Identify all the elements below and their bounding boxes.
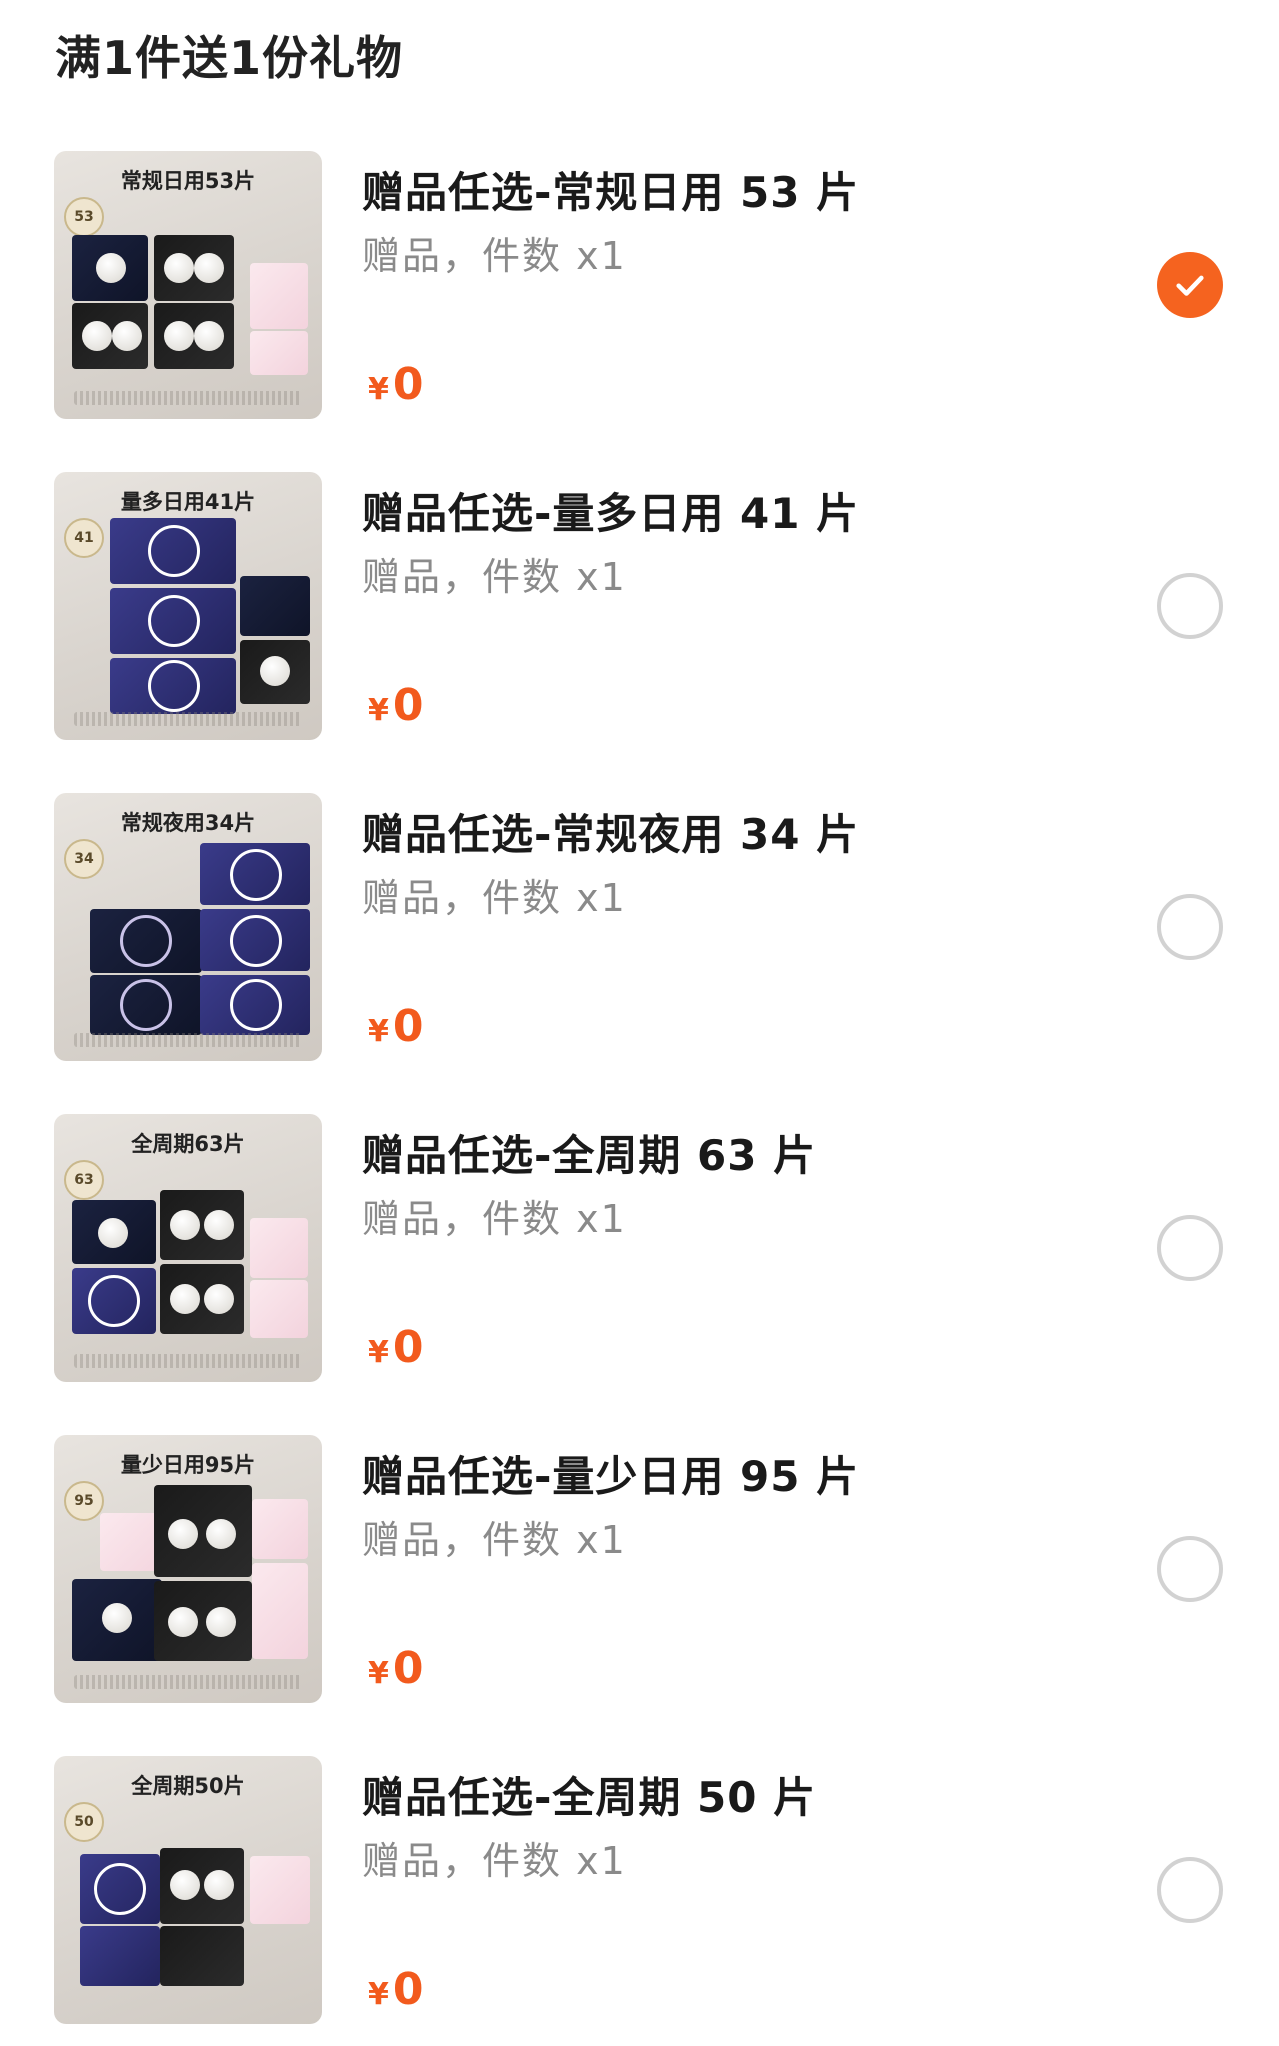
gift-option-3[interactable]: 全周期63片 63 赠品任选-全周期 63 片 赠品，件数 x1 ¥0 bbox=[0, 1114, 1279, 1404]
pack-image bbox=[240, 576, 310, 636]
product-image-tag: 量多日用41片 bbox=[120, 490, 256, 514]
price-value: 0 bbox=[392, 1643, 424, 1694]
product-caption bbox=[74, 1033, 302, 1047]
item-title: 赠品任选-量少日用 95 片 bbox=[362, 1452, 860, 1501]
product-image[interactable]: 量多日用41片 41 bbox=[54, 472, 322, 740]
gift-option-0[interactable]: 常规日用53片 53 赠品任选-常规日用 53 片 赠品，件数 x1 ¥0 bbox=[0, 151, 1279, 441]
product-image[interactable]: 全周期63片 63 bbox=[54, 1114, 322, 1382]
item-subtitle: 赠品，件数 x1 bbox=[362, 876, 627, 920]
count-badge: 95 bbox=[64, 1481, 104, 1521]
product-image[interactable]: 常规日用53片 53 bbox=[54, 151, 322, 419]
item-subtitle: 赠品，件数 x1 bbox=[362, 1518, 627, 1562]
pack-image bbox=[80, 1854, 160, 1924]
count-badge: 34 bbox=[64, 839, 104, 879]
product-image-tag: 常规夜用34片 bbox=[120, 811, 256, 835]
pack-image bbox=[200, 975, 310, 1035]
pack-image bbox=[154, 235, 234, 301]
product-image[interactable]: 量少日用95片 95 bbox=[54, 1435, 322, 1703]
count-badge: 50 bbox=[64, 1802, 104, 1842]
pack-image bbox=[72, 303, 148, 369]
page-title: 满1件送1份礼物 bbox=[55, 31, 404, 85]
currency-symbol: ¥ bbox=[368, 1014, 389, 1049]
price-value: 0 bbox=[392, 1001, 424, 1052]
product-image[interactable]: 常规夜用34片 34 bbox=[54, 793, 322, 1061]
pack-image bbox=[200, 909, 310, 971]
product-image-tag: 全周期63片 bbox=[131, 1132, 245, 1156]
pack-image bbox=[72, 1579, 162, 1661]
pack-image bbox=[250, 1856, 310, 1924]
gift-option-5[interactable]: 全周期50片 50 赠品任选-全周期 50 片 赠品，件数 x1 ¥0 bbox=[0, 1756, 1279, 2046]
currency-symbol: ¥ bbox=[368, 1977, 389, 2012]
select-radio[interactable] bbox=[1157, 573, 1223, 639]
pack-image bbox=[160, 1190, 244, 1260]
item-price: ¥0 bbox=[368, 1322, 424, 1373]
count-badge: 63 bbox=[64, 1160, 104, 1200]
price-value: 0 bbox=[392, 1322, 424, 1373]
pack-image bbox=[252, 1499, 308, 1559]
currency-symbol: ¥ bbox=[368, 372, 389, 407]
item-subtitle: 赠品，件数 x1 bbox=[362, 555, 627, 599]
item-subtitle: 赠品，件数 x1 bbox=[362, 1839, 627, 1883]
product-image-tag: 常规日用53片 bbox=[120, 169, 256, 193]
select-radio[interactable] bbox=[1157, 252, 1223, 318]
item-price: ¥0 bbox=[368, 1964, 424, 2015]
gift-option-1[interactable]: 量多日用41片 41 赠品任选-量多日用 41 片 赠品，件数 x1 ¥0 bbox=[0, 472, 1279, 762]
currency-symbol: ¥ bbox=[368, 1335, 389, 1370]
pack-image bbox=[90, 909, 202, 973]
price-value: 0 bbox=[392, 680, 424, 731]
select-radio[interactable] bbox=[1157, 1215, 1223, 1281]
item-title: 赠品任选-全周期 50 片 bbox=[362, 1773, 817, 1822]
product-image-tag: 全周期50片 bbox=[131, 1774, 245, 1798]
product-caption bbox=[74, 712, 302, 726]
pack-image bbox=[72, 235, 148, 301]
pack-image bbox=[110, 518, 236, 584]
pack-image bbox=[80, 1926, 160, 1986]
product-caption bbox=[74, 1354, 302, 1368]
pack-image bbox=[110, 658, 236, 714]
product-caption bbox=[74, 391, 302, 405]
pack-image bbox=[110, 588, 236, 654]
item-price: ¥0 bbox=[368, 1643, 424, 1694]
pack-image bbox=[72, 1268, 156, 1334]
gift-option-2[interactable]: 常规夜用34片 34 赠品任选-常规夜用 34 片 赠品，件数 x1 ¥0 bbox=[0, 793, 1279, 1083]
pack-image bbox=[90, 975, 202, 1035]
pack-image bbox=[250, 1218, 308, 1278]
pack-image bbox=[250, 1280, 308, 1338]
pack-image bbox=[160, 1264, 244, 1334]
pack-image bbox=[72, 1200, 156, 1264]
product-image-tag: 量少日用95片 bbox=[120, 1453, 256, 1477]
item-price: ¥0 bbox=[368, 680, 424, 731]
currency-symbol: ¥ bbox=[368, 1656, 389, 1691]
product-caption bbox=[74, 1675, 302, 1689]
pack-image bbox=[154, 1581, 252, 1661]
item-price: ¥0 bbox=[368, 1001, 424, 1052]
pack-image bbox=[200, 843, 310, 905]
select-radio[interactable] bbox=[1157, 1536, 1223, 1602]
item-title: 赠品任选-全周期 63 片 bbox=[362, 1131, 817, 1180]
item-title: 赠品任选-常规日用 53 片 bbox=[362, 168, 860, 217]
item-price: ¥0 bbox=[368, 359, 424, 410]
item-subtitle: 赠品，件数 x1 bbox=[362, 234, 627, 278]
product-image[interactable]: 全周期50片 50 bbox=[54, 1756, 322, 2024]
select-radio[interactable] bbox=[1157, 894, 1223, 960]
pack-image bbox=[154, 303, 234, 369]
price-value: 0 bbox=[392, 1964, 424, 2015]
pack-image bbox=[250, 331, 308, 375]
check-icon bbox=[1176, 275, 1204, 296]
item-title: 赠品任选-量多日用 41 片 bbox=[362, 489, 860, 538]
item-title: 赠品任选-常规夜用 34 片 bbox=[362, 810, 860, 859]
pack-image bbox=[240, 640, 310, 704]
pack-image bbox=[160, 1926, 244, 1986]
gift-option-4[interactable]: 量少日用95片 95 赠品任选-量少日用 95 片 赠品，件数 x1 ¥0 bbox=[0, 1435, 1279, 1725]
count-badge: 41 bbox=[64, 518, 104, 558]
select-radio[interactable] bbox=[1157, 1857, 1223, 1923]
currency-symbol: ¥ bbox=[368, 693, 389, 728]
count-badge: 53 bbox=[64, 197, 104, 237]
pack-image bbox=[160, 1848, 244, 1924]
pack-image bbox=[250, 263, 308, 329]
pack-image bbox=[154, 1485, 252, 1577]
pack-image bbox=[252, 1563, 308, 1659]
item-subtitle: 赠品，件数 x1 bbox=[362, 1197, 627, 1241]
price-value: 0 bbox=[392, 359, 424, 410]
